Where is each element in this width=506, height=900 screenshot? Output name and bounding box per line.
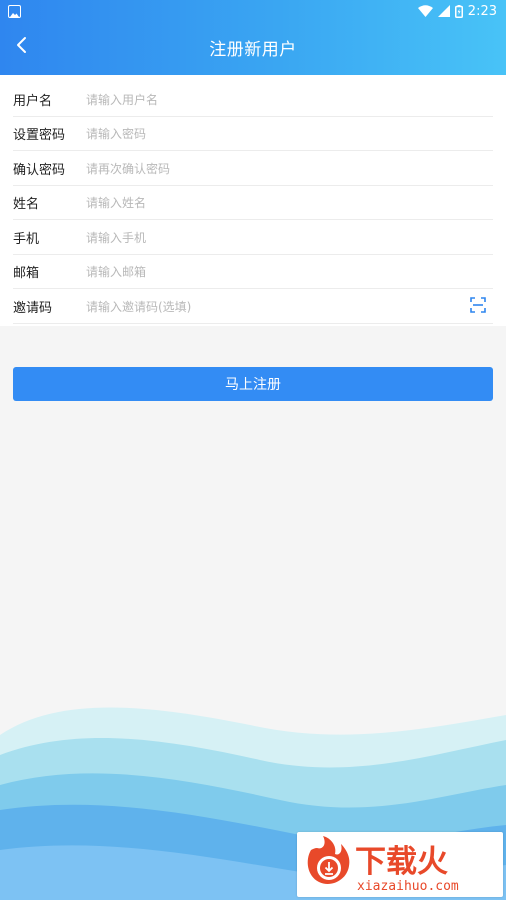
username-label: 用户名 <box>13 94 53 109</box>
wifi-icon <box>417 5 433 17</box>
watermark-graphic: 下载火 xiazaihuo.com <box>307 836 459 894</box>
username-row: 用户名 <box>13 83 493 117</box>
invite-code-row: 邀请码 <box>13 290 493 324</box>
email-input[interactable] <box>86 257 493 286</box>
username-input[interactable] <box>86 85 493 114</box>
register-button[interactable]: 马上注册 <box>13 367 493 401</box>
watermark-brand: 下载火 <box>355 844 448 880</box>
scan-icon <box>470 296 486 317</box>
name-label: 姓名 <box>13 197 40 212</box>
invite-code-input[interactable] <box>86 292 465 321</box>
signal-icon <box>437 5 450 17</box>
email-row: 邮箱 <box>13 255 493 289</box>
password-input[interactable] <box>86 119 493 148</box>
confirm-password-input[interactable] <box>86 154 493 183</box>
watermark-domain: xiazaihuo.com <box>357 879 459 894</box>
status-bar: 2:23 <box>0 0 506 22</box>
password-row: 设置密码 <box>13 117 493 151</box>
confirm-password-row: 确认密码 <box>13 152 493 186</box>
name-input[interactable] <box>86 188 493 217</box>
phone-input[interactable] <box>86 223 493 252</box>
logo-icon <box>307 836 350 885</box>
confirm-password-label: 确认密码 <box>13 163 66 178</box>
status-time: 2:23 <box>467 3 497 19</box>
password-label: 设置密码 <box>13 128 66 143</box>
name-row: 姓名 <box>13 186 493 220</box>
scan-button[interactable] <box>465 294 491 320</box>
watermark: 下载火 xiazaihuo.com <box>297 832 503 897</box>
email-label: 邮箱 <box>13 266 40 281</box>
app-header: 2:23 注册新用户 <box>0 0 506 75</box>
notification-icon <box>8 4 21 18</box>
registration-form: 用户名 设置密码 确认密码 姓名 手机 邮箱 邀请码 <box>0 75 506 326</box>
phone-row: 手机 <box>13 221 493 255</box>
nav-bar: 注册新用户 <box>0 22 506 75</box>
page-title: 注册新用户 <box>209 40 297 60</box>
invite-code-label: 邀请码 <box>13 301 53 316</box>
phone-label: 手机 <box>13 232 40 247</box>
battery-icon <box>454 4 463 18</box>
